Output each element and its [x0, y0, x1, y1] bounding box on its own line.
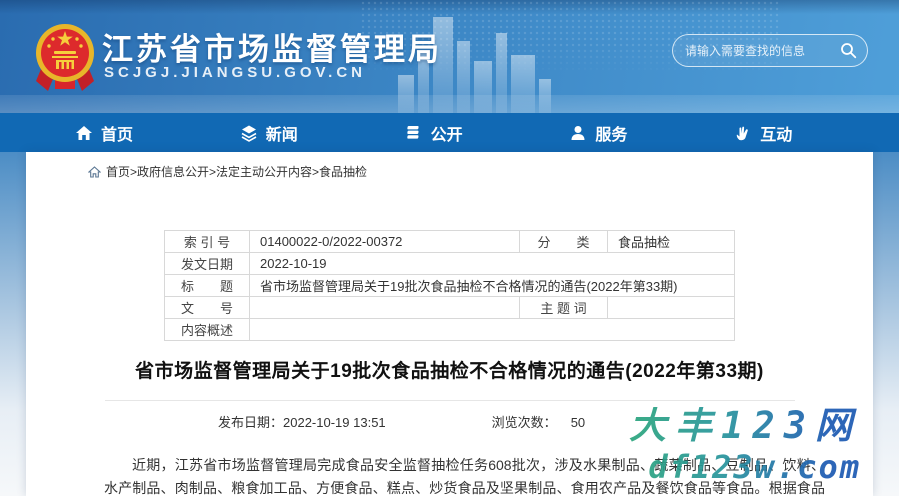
document-meta-table: 索 引 号 01400022-0/2022-00372 分 类 食品抽检 发文日… — [164, 230, 735, 341]
search-box[interactable] — [672, 34, 868, 67]
table-row: 文 号 主 题 词 — [165, 297, 735, 319]
nav-item-label: 公开 — [431, 121, 463, 145]
article-body: 近期，江苏省市场监督管理局完成食品安全监督抽检任务608批次，涉及水果制品、蔬菜… — [104, 454, 825, 496]
publish-info-line: 发布日期：2022-10-19 13:51 浏览次数： 50 — [218, 412, 873, 431]
home-icon — [75, 124, 93, 142]
meta-date-label: 发文日期 — [165, 253, 250, 275]
search-input[interactable] — [685, 44, 840, 58]
meta-summary-label: 内容概述 — [165, 319, 250, 341]
nav-item-label: 互动 — [760, 121, 792, 145]
breadcrumb-home-icon — [88, 166, 101, 178]
table-row: 发文日期 2022-10-19 — [165, 253, 735, 275]
publish-date-label: 发布日期： — [218, 415, 283, 430]
meta-index-label: 索 引 号 — [165, 231, 250, 253]
table-row: 内容概述 — [165, 319, 735, 341]
breadcrumb-path: 首页>政府信息公开>法定主动公开内容>食品抽检 — [106, 163, 367, 180]
site-header: 江苏省市场监督管理局 SCJGJ.JIANGSU.GOV.CN — [0, 0, 899, 113]
main-nav: 首页 新闻 公开 服务 互动 — [0, 113, 899, 152]
news-icon — [240, 124, 258, 142]
meta-date-value: 2022-10-19 — [250, 253, 735, 275]
meta-category-label: 分 类 — [520, 231, 608, 253]
nav-item-interact[interactable]: 互动 — [734, 113, 899, 152]
service-icon — [569, 124, 587, 142]
meta-title-label: 标 题 — [165, 275, 250, 297]
view-count: 浏览次数： 50 — [492, 412, 585, 431]
publish-date-value: 2022-10-19 13:51 — [283, 415, 386, 430]
view-count-label: 浏览次数： — [492, 415, 557, 430]
meta-keywords-value — [608, 297, 735, 319]
nav-item-label: 新闻 — [266, 121, 298, 145]
meta-docnum-value — [250, 297, 520, 319]
meta-summary-value — [250, 319, 735, 341]
table-row: 标 题 省市场监督管理局关于19批次食品抽检不合格情况的通告(2022年第33期… — [165, 275, 735, 297]
view-count-value: 50 — [571, 415, 585, 430]
nav-item-news[interactable]: 新闻 — [240, 113, 405, 152]
table-row: 索 引 号 01400022-0/2022-00372 分 类 食品抽检 — [165, 231, 735, 253]
meta-category-value: 食品抽检 — [608, 231, 735, 253]
page-title: 省市场监督管理局关于19批次食品抽检不合格情况的通告(2022年第33期) — [26, 356, 873, 383]
header-bottom-band — [0, 95, 899, 113]
nav-item-disclosure[interactable]: 公开 — [405, 113, 570, 152]
title-divider — [105, 400, 795, 401]
breadcrumb[interactable]: 首页>政府信息公开>法定主动公开内容>食品抽检 — [26, 152, 873, 180]
nav-item-home[interactable]: 首页 — [75, 113, 240, 152]
content-card: 首页>政府信息公开>法定主动公开内容>食品抽检 索 引 号 01400022-0… — [26, 152, 873, 496]
meta-title-value: 省市场监督管理局关于19批次食品抽检不合格情况的通告(2022年第33期) — [250, 275, 735, 297]
meta-docnum-label: 文 号 — [165, 297, 250, 319]
disclosure-icon — [405, 124, 423, 142]
site-title: 江苏省市场监督管理局 — [102, 24, 442, 69]
nav-item-label: 服务 — [595, 121, 627, 145]
national-emblem-logo[interactable] — [33, 23, 97, 95]
page-background: 首页>政府信息公开>法定主动公开内容>食品抽检 索 引 号 01400022-0… — [0, 152, 899, 496]
site-url: SCJGJ.JIANGSU.GOV.CN — [104, 64, 366, 81]
interact-icon — [734, 124, 752, 142]
nav-item-service[interactable]: 服务 — [569, 113, 734, 152]
meta-keywords-label: 主 题 词 — [520, 297, 608, 319]
nav-item-label: 首页 — [101, 121, 133, 145]
publish-date: 发布日期：2022-10-19 13:51 — [218, 412, 386, 431]
meta-index-value: 01400022-0/2022-00372 — [250, 231, 520, 253]
search-icon[interactable] — [840, 42, 857, 59]
